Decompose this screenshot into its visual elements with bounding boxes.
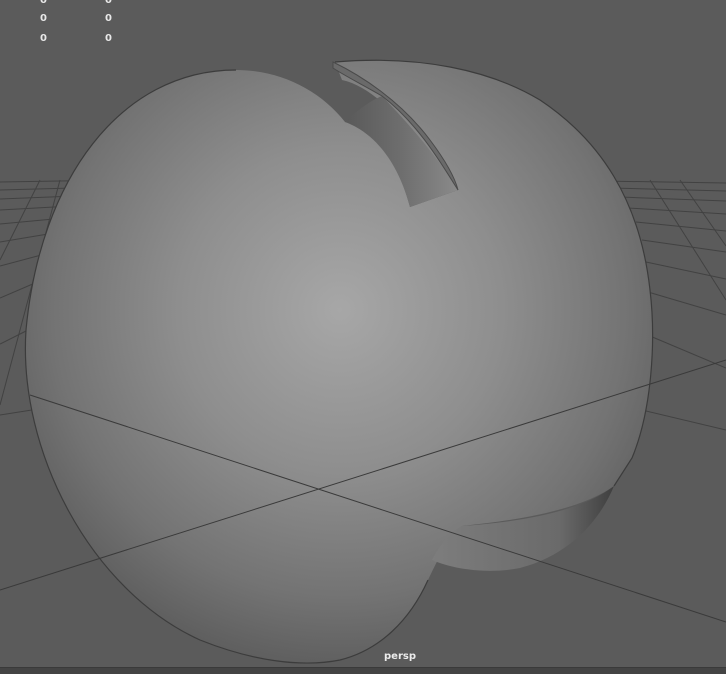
viewport-persp[interactable]: 0 0 0 0 0 0 persp — [0, 0, 726, 674]
hud-row-1-col-1: 0 — [40, 0, 47, 6]
hud-row-3-col-2: 0 — [105, 33, 112, 44]
viewport-bottom-bar — [0, 667, 726, 674]
hud-row-2-col-2: 0 — [105, 13, 112, 24]
sphere-mesh[interactable] — [24, 59, 654, 664]
scene-3d[interactable] — [0, 0, 726, 674]
hud-row-3-col-1: 0 — [40, 33, 47, 44]
hud-row-1-col-2: 0 — [105, 0, 112, 6]
camera-label: persp — [384, 651, 416, 662]
hud-row-2-col-1: 0 — [40, 13, 47, 24]
